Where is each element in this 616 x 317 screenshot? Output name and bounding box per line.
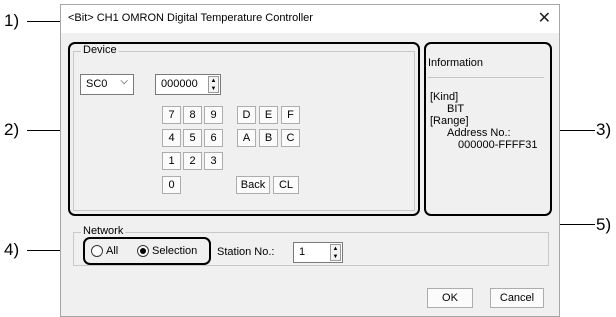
- key-a[interactable]: A: [237, 129, 256, 147]
- information-heading: Information: [428, 57, 484, 69]
- key-9[interactable]: 9: [204, 106, 223, 124]
- station-number-value: 1: [299, 246, 306, 258]
- back-button[interactable]: Back: [236, 176, 270, 194]
- key-f[interactable]: F: [281, 106, 300, 124]
- clear-button[interactable]: CL: [273, 176, 299, 194]
- key-c[interactable]: C: [281, 129, 300, 147]
- close-icon[interactable]: ✕: [538, 8, 551, 28]
- radio-all-label: All: [106, 245, 119, 257]
- title-bar: <Bit> CH1 OMRON Digital Temperature Cont…: [61, 5, 559, 33]
- radio-selected-dot: [140, 248, 146, 254]
- arrow-down-icon[interactable]: ▼: [209, 85, 218, 93]
- device-type-select[interactable]: SC0 ⌵: [80, 74, 134, 95]
- key-d[interactable]: D: [237, 106, 256, 124]
- arrow-up-icon[interactable]: ▲: [331, 245, 340, 253]
- info-address-range: 000000-FFFF31: [458, 139, 538, 151]
- key-6[interactable]: 6: [204, 129, 223, 147]
- info-kind-label: [Kind]: [430, 91, 459, 103]
- address-stepper[interactable]: 000000 ▲ ▼: [155, 74, 221, 95]
- radio-all[interactable]: [91, 245, 103, 257]
- chevron-down-icon: ⌵: [120, 76, 128, 87]
- station-number-label: Station No.:: [217, 246, 275, 258]
- network-group-label: Network: [81, 225, 126, 237]
- arrow-down-icon[interactable]: ▼: [331, 253, 340, 261]
- key-2[interactable]: 2: [183, 152, 202, 170]
- key-e[interactable]: E: [259, 106, 278, 124]
- cancel-button[interactable]: Cancel: [490, 288, 544, 308]
- info-kind-value: BIT: [447, 103, 465, 115]
- callout-1: 1): [4, 11, 20, 30]
- device-group-label: Device: [81, 44, 119, 56]
- address-value: 000000: [161, 78, 198, 90]
- callout-4: 4): [4, 240, 20, 259]
- device-type-value: SC0: [86, 78, 108, 90]
- callout-1-leader: [27, 21, 62, 22]
- station-number-stepper[interactable]: 1 ▲ ▼: [293, 242, 343, 263]
- arrow-up-icon[interactable]: ▲: [209, 77, 218, 85]
- key-7[interactable]: 7: [162, 106, 181, 124]
- key-1[interactable]: 1: [162, 152, 181, 170]
- ok-button[interactable]: OK: [427, 288, 473, 308]
- dialog-title: <Bit> CH1 OMRON Digital Temperature Cont…: [68, 12, 313, 24]
- info-address-label: Address No.:: [447, 127, 511, 139]
- callout-5: 5): [596, 215, 612, 234]
- callout-3: 3): [596, 120, 612, 139]
- address-stepper-arrows[interactable]: ▲ ▼: [208, 76, 219, 93]
- key-8[interactable]: 8: [183, 106, 202, 124]
- key-5[interactable]: 5: [183, 129, 202, 147]
- key-0[interactable]: 0: [162, 176, 181, 194]
- information-divider: [428, 77, 544, 78]
- key-4[interactable]: 4: [162, 129, 181, 147]
- callout-2: 2): [4, 120, 20, 139]
- key-3[interactable]: 3: [204, 152, 223, 170]
- info-range-label: [Range]: [430, 115, 469, 127]
- station-stepper-arrows[interactable]: ▲ ▼: [330, 244, 341, 261]
- key-b[interactable]: B: [259, 129, 278, 147]
- radio-selection-label: Selection: [152, 245, 198, 257]
- radio-selection[interactable]: [137, 245, 149, 257]
